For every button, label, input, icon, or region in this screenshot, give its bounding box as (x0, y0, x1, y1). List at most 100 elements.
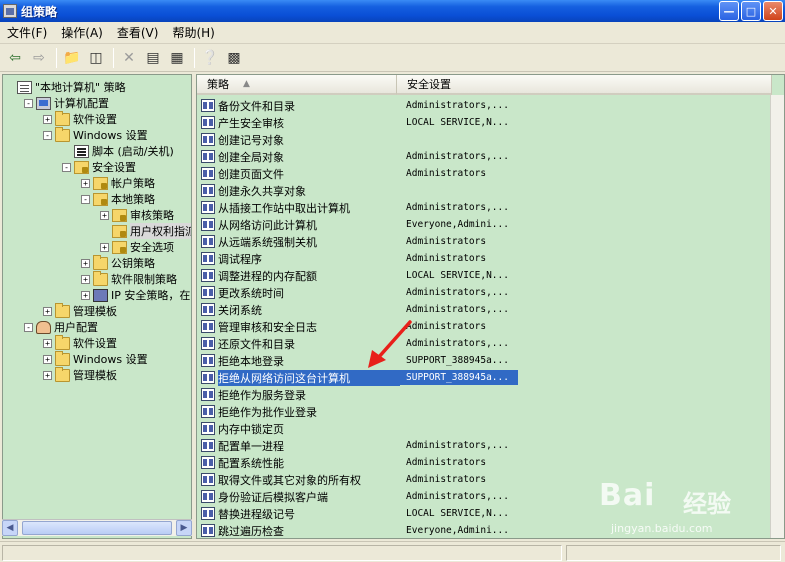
details-vertical-scrollbar[interactable] (770, 95, 784, 538)
table-row[interactable]: 从插接工作站中取出计算机 Administrators,... (201, 199, 509, 216)
menu-help[interactable]: 帮助(H) (165, 24, 221, 41)
expand-icon[interactable]: + (81, 258, 90, 268)
table-row[interactable]: 管理审核和安全日志 Administrators (201, 318, 486, 335)
table-row[interactable]: 拒绝本地登录 SUPPORT_388945a... (201, 352, 509, 369)
tree-horizontal-scrollbar[interactable]: ◀ ▶ (2, 519, 192, 536)
scroll-left-icon[interactable]: ◀ (2, 520, 18, 536)
tree-item-label: 软件限制策略 (111, 273, 177, 286)
policy-name: 跳过遍历检查 (218, 524, 284, 538)
details-pane[interactable]: 策略 ▲ 安全设置 备份文件和目录 Administrators,... 产生安全审… (196, 74, 785, 539)
tree-item[interactable]: - 本地策略 (81, 191, 155, 207)
tree-item[interactable]: + Windows 设置 (43, 350, 148, 367)
tree-item[interactable]: - 计算机配置 (24, 95, 109, 111)
policy-setting-value: Administrators (406, 168, 487, 179)
table-row[interactable]: 替换进程级记号 LOCAL SERVICE,N... (201, 505, 509, 522)
table-row[interactable]: 从远端系统强制关机 Administrators (201, 233, 486, 250)
table-row[interactable]: 创建全局对象 Administrators,... (201, 148, 509, 165)
table-row[interactable]: 内存中锁定页 (201, 420, 400, 437)
tree-item[interactable]: + 软件设置 (43, 110, 117, 127)
close-button[interactable]: ✕ (763, 1, 783, 21)
tree-item[interactable]: + 帐户策略 (81, 175, 155, 191)
expand-icon[interactable]: + (43, 354, 52, 364)
table-row[interactable]: 备份文件和目录 Administrators,... (201, 97, 509, 114)
policy-setting-icon (201, 252, 215, 265)
up-folder-icon[interactable]: 📁 (61, 47, 83, 69)
menu-file[interactable]: 文件(F) (0, 24, 54, 41)
tree-item-label: 审核策略 (130, 209, 174, 222)
console-icon[interactable]: ▩ (223, 47, 245, 69)
expand-icon[interactable]: + (100, 242, 109, 252)
tree-item[interactable]: + 软件限制策略 (81, 270, 177, 287)
collapse-icon[interactable]: - (81, 194, 90, 204)
tree-item[interactable]: + 安全选项 (100, 239, 174, 255)
export-list-icon[interactable]: ▦ (166, 47, 188, 69)
minimize-button[interactable]: — (719, 1, 739, 21)
tree-item[interactable]: "本地计算机" 策略 (5, 79, 126, 95)
policy-name: 更改系统时间 (218, 286, 284, 300)
scroll-right-icon[interactable]: ▶ (176, 520, 192, 536)
help-icon[interactable]: ❔ (199, 47, 221, 69)
table-row[interactable]: 拒绝作为批作业登录 (201, 403, 400, 420)
menu-view[interactable]: 查看(V) (110, 24, 166, 41)
expand-icon[interactable]: + (43, 306, 52, 316)
table-row[interactable]: 还原文件和目录 Administrators,... (201, 335, 509, 352)
lock-folder-icon (93, 176, 108, 190)
expand-icon[interactable]: + (81, 274, 90, 284)
tree-item[interactable]: 脚本 (启动/关机) (62, 143, 174, 159)
table-row[interactable]: 身份验证后模拟客户端 Administrators,... (201, 488, 509, 505)
forward-arrow-icon[interactable]: ⇨ (28, 47, 50, 69)
policy-setting-icon (201, 439, 215, 452)
collapse-icon[interactable]: - (24, 98, 33, 108)
table-row[interactable]: 产生安全审核 LOCAL SERVICE,N... (201, 114, 509, 131)
tree-pane[interactable]: "本地计算机" 策略 - 计算机配置 + 软件设置 - Windows 设置 脚本 (启动/关… (2, 74, 192, 539)
tree-item[interactable]: + 公钥策略 (81, 254, 155, 271)
table-row[interactable]: 关闭系统 Administrators,... (201, 301, 509, 318)
policy-setting-value: SUPPORT_388945a... (406, 372, 509, 383)
tree-item[interactable]: - Windows 设置 (43, 126, 148, 143)
tree-item[interactable]: + 管理模板 (43, 366, 117, 383)
tree-item[interactable]: 用户权利指派 (100, 223, 191, 239)
menu-action[interactable]: 操作(A) (54, 24, 110, 41)
expand-icon[interactable]: + (100, 210, 109, 220)
column-header-policy[interactable]: 策略 ▲ (197, 75, 397, 95)
policy-name: 身份验证后模拟客户端 (218, 490, 328, 504)
tree-item[interactable]: - 安全设置 (62, 159, 136, 175)
table-row[interactable]: 拒绝作为服务登录 (201, 386, 400, 403)
table-row[interactable]: 更改系统时间 Administrators,... (201, 284, 509, 301)
tree-item[interactable]: + 管理模板 (43, 302, 117, 319)
tree-item[interactable]: + 软件设置 (43, 334, 117, 351)
collapse-icon[interactable]: - (62, 162, 71, 172)
expand-icon[interactable]: + (43, 370, 52, 380)
status-panel (566, 545, 781, 561)
table-row[interactable]: 拒绝从网络访问这台计算机 SUPPORT_388945a... (201, 369, 509, 386)
policy-name: 拒绝作为批作业登录 (218, 405, 317, 419)
delete-icon[interactable]: ✕ (118, 47, 140, 69)
table-row[interactable]: 创建永久共享对象 (201, 182, 400, 199)
table-row[interactable]: 取得文件或其它对象的所有权 Administrators (201, 471, 486, 488)
table-row[interactable]: 从网络访问此计算机 Everyone,Admini... (201, 216, 509, 233)
show-hide-tree-icon[interactable]: ◫ (85, 47, 107, 69)
tree-item[interactable]: - 用户配置 (24, 319, 98, 335)
table-row[interactable]: 创建页面文件 Administrators (201, 165, 486, 182)
table-row[interactable]: 配置系统性能 Administrators (201, 454, 486, 471)
collapse-icon[interactable]: - (43, 130, 52, 140)
expand-icon[interactable]: + (43, 338, 52, 348)
back-arrow-icon[interactable]: ⇦ (4, 47, 26, 69)
column-header-setting[interactable]: 安全设置 (397, 75, 772, 95)
scroll-thumb[interactable] (22, 521, 172, 535)
table-row[interactable]: 调整进程的内存配额 LOCAL SERVICE,N... (201, 267, 509, 284)
policy-name: 调整进程的内存配额 (218, 269, 317, 283)
collapse-icon[interactable]: - (24, 322, 33, 332)
maximize-button[interactable]: □ (741, 1, 761, 21)
table-row[interactable]: 调试程序 Administrators (201, 250, 486, 267)
expand-icon[interactable]: + (81, 290, 90, 300)
table-row[interactable]: 创建记号对象 (201, 131, 400, 148)
tree-item[interactable]: + 审核策略 (100, 207, 174, 223)
expand-icon[interactable]: + (43, 114, 52, 124)
policy-setting-value: Administrators (406, 474, 487, 485)
expand-icon[interactable]: + (81, 178, 90, 188)
tree-item[interactable]: + IP 安全策略，在 (81, 287, 190, 303)
table-row[interactable]: 跳过遍历检查 Everyone,Admini... (201, 522, 509, 538)
properties-icon[interactable]: ▤ (142, 47, 164, 69)
table-row[interactable]: 配置单一进程 Administrators,... (201, 437, 509, 454)
